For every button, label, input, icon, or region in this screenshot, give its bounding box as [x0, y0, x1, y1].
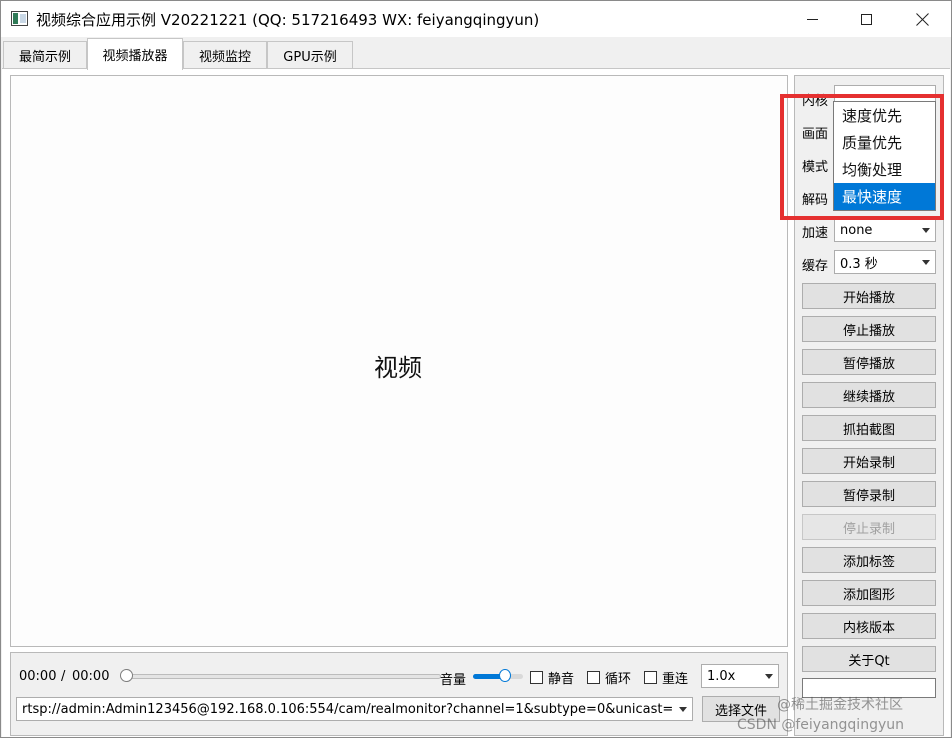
- start-record-button[interactable]: 开始录制: [802, 448, 936, 474]
- pause-play-button[interactable]: 暂停播放: [802, 349, 936, 375]
- accel-select[interactable]: none: [834, 218, 936, 242]
- window-title: 视频综合应用示例 V20221221 (QQ: 517216493 WX: fe…: [36, 11, 540, 29]
- maximize-icon: [860, 13, 872, 25]
- watermark-line-2: CSDN @feiyangqingyun: [737, 717, 904, 733]
- tab-video-player[interactable]: 视频播放器: [87, 38, 183, 70]
- dropdown-option[interactable]: 均衡处理: [834, 156, 935, 183]
- dropdown-option[interactable]: 速度优先: [834, 102, 935, 129]
- resume-play-button[interactable]: 继续播放: [802, 382, 936, 408]
- volume-handle[interactable]: [499, 669, 511, 682]
- cache-label: 缓存: [802, 259, 829, 274]
- tab-bar: 最简示例 视频播放器 视频监控 GPU示例: [1, 37, 951, 70]
- dropdown-option-selected[interactable]: 最快速度: [834, 183, 935, 210]
- kernel-label: 内核: [802, 94, 829, 109]
- chevron-down-icon: [922, 228, 930, 233]
- progress-handle[interactable]: [120, 669, 133, 682]
- reconnect-checkbox[interactable]: 重连: [644, 668, 688, 687]
- add-shape-button[interactable]: 添加图形: [802, 580, 936, 606]
- add-label-button[interactable]: 添加标签: [802, 547, 936, 573]
- close-button[interactable]: [899, 1, 945, 37]
- video-placeholder: 视频: [374, 354, 422, 382]
- accel-value: none: [840, 222, 873, 238]
- volume-slider[interactable]: [473, 674, 523, 679]
- speed-select[interactable]: 1.0x: [701, 664, 779, 688]
- start-play-button[interactable]: 开始播放: [802, 283, 936, 309]
- app-icon: [11, 11, 28, 26]
- mute-checkbox[interactable]: 静音: [530, 668, 574, 687]
- tab-video-monitor[interactable]: 视频监控: [183, 41, 267, 69]
- current-time: 00:00: [19, 669, 57, 684]
- mute-checkbox-box[interactable]: [530, 671, 543, 684]
- reconnect-label: 重连: [662, 672, 689, 687]
- progress-slider[interactable]: [123, 674, 441, 679]
- kernel-version-button[interactable]: 内核版本: [802, 613, 936, 639]
- url-combobox[interactable]: rtsp://admin:Admin123456@192.168.0.106:5…: [16, 697, 693, 721]
- total-time: 00:00: [72, 669, 110, 684]
- main-window: 视频综合应用示例 V20221221 (QQ: 517216493 WX: fe…: [0, 0, 952, 738]
- watermark-line-1: @稀土掘金技术社区: [777, 697, 903, 713]
- chevron-down-icon[interactable]: [679, 707, 687, 712]
- reconnect-checkbox-box[interactable]: [644, 671, 657, 684]
- tab-simplest[interactable]: 最简示例: [3, 41, 87, 69]
- minimize-button[interactable]: [789, 1, 835, 37]
- chevron-down-icon: [922, 260, 930, 265]
- accel-label: 加速: [802, 226, 829, 241]
- video-display[interactable]: 视频: [10, 75, 788, 647]
- url-value[interactable]: rtsp://admin:Admin123456@192.168.0.106:5…: [22, 702, 672, 717]
- decode-label: 解码: [802, 193, 829, 208]
- title-bar[interactable]: 视频综合应用示例 V20221221 (QQ: 517216493 WX: fe…: [1, 1, 951, 37]
- playback-controls: 00:00 / 00:00 音量 静音 循环 重连 1.0x rtsp://ad…: [10, 652, 788, 736]
- mode-label: 模式: [802, 160, 829, 175]
- loop-checkbox[interactable]: 循环: [587, 668, 631, 687]
- loop-label: 循环: [605, 672, 632, 687]
- tab-gpu[interactable]: GPU示例: [267, 41, 353, 69]
- cache-value: 0.3 秒: [840, 256, 878, 272]
- stop-record-button: 停止录制: [802, 514, 936, 540]
- cache-select[interactable]: 0.3 秒: [834, 250, 936, 274]
- minimize-icon: [806, 18, 818, 20]
- watermark: @稀土掘金技术社区 CSDN @feiyangqingyun: [737, 695, 904, 735]
- dropdown-option[interactable]: 质量优先: [834, 129, 935, 156]
- pause-record-button[interactable]: 暂停录制: [802, 481, 936, 507]
- speed-value: 1.0x: [707, 668, 736, 684]
- snapshot-button[interactable]: 抓拍截图: [802, 415, 936, 441]
- picture-label: 画面: [802, 127, 829, 142]
- chevron-down-icon: [765, 674, 773, 679]
- close-icon: [916, 13, 929, 26]
- maximize-button[interactable]: [843, 1, 889, 37]
- time-separator: /: [61, 669, 66, 684]
- decode-dropdown-list: 速度优先 质量优先 均衡处理 最快速度: [833, 101, 936, 211]
- loop-checkbox-box[interactable]: [587, 671, 600, 684]
- about-qt-button[interactable]: 关于Qt: [802, 646, 936, 672]
- volume-label: 音量: [440, 673, 467, 688]
- stop-play-button[interactable]: 停止播放: [802, 316, 936, 342]
- mute-label: 静音: [548, 672, 575, 687]
